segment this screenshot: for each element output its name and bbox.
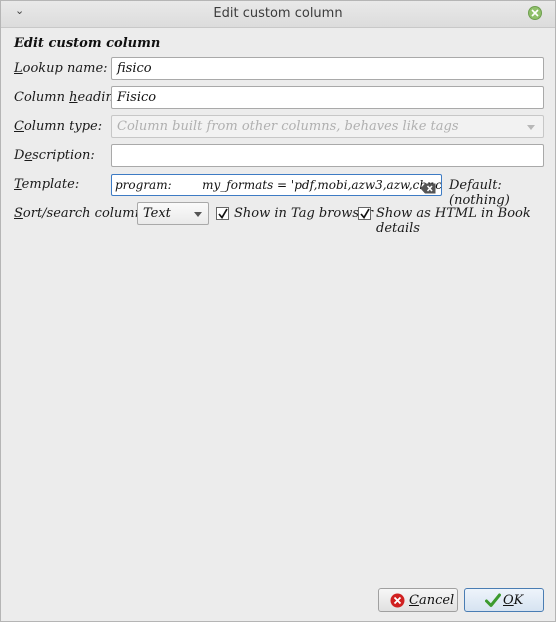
show-in-tag-browser-checkbox[interactable]	[216, 207, 229, 220]
close-icon[interactable]	[528, 6, 542, 20]
lookup-name-label: Lookup name:	[14, 61, 108, 76]
column-type-value: Column built from other columns, behaves…	[117, 119, 459, 134]
template-label: Template:	[14, 177, 80, 192]
cancel-button[interactable]: Cancel	[378, 588, 458, 612]
checkmark-icon	[485, 593, 501, 612]
description-input[interactable]	[111, 144, 544, 167]
column-heading-label: Column heading:	[14, 90, 127, 105]
template-default-text: Default: (nothing)	[449, 178, 510, 208]
sort-search-select[interactable]: Text	[137, 202, 209, 225]
form-heading: Edit custom column	[14, 36, 161, 51]
cancel-icon	[390, 593, 405, 612]
column-type-select: Column built from other columns, behaves…	[111, 115, 544, 138]
sort-search-value: Text	[143, 206, 171, 221]
ok-label: OK	[503, 593, 524, 608]
show-as-html-label: Show as HTML in Book details	[376, 206, 531, 236]
column-type-label: Column type:	[14, 119, 103, 134]
clear-icon[interactable]	[420, 179, 436, 198]
dropdown-arrow-icon	[527, 125, 535, 130]
dialog-window: ⌄ Edit custom column Edit custom column …	[0, 0, 556, 622]
dropdown-arrow-icon	[194, 212, 202, 217]
window-title: Edit custom column	[213, 6, 343, 21]
title-bar: ⌄ Edit custom column	[1, 1, 555, 28]
cancel-label: Cancel	[409, 593, 455, 608]
ok-button[interactable]: OK	[464, 588, 544, 612]
template-input[interactable]: program: my_formats = 'pdf,mobi,azw3,azw…	[111, 174, 442, 196]
column-heading-input[interactable]: Fisico	[111, 86, 544, 109]
lookup-name-input[interactable]: fisico	[111, 57, 544, 80]
show-in-tag-browser-label: Show in Tag browser	[234, 206, 373, 221]
show-as-html-checkbox[interactable]	[358, 207, 371, 220]
description-label: Description:	[14, 148, 95, 163]
